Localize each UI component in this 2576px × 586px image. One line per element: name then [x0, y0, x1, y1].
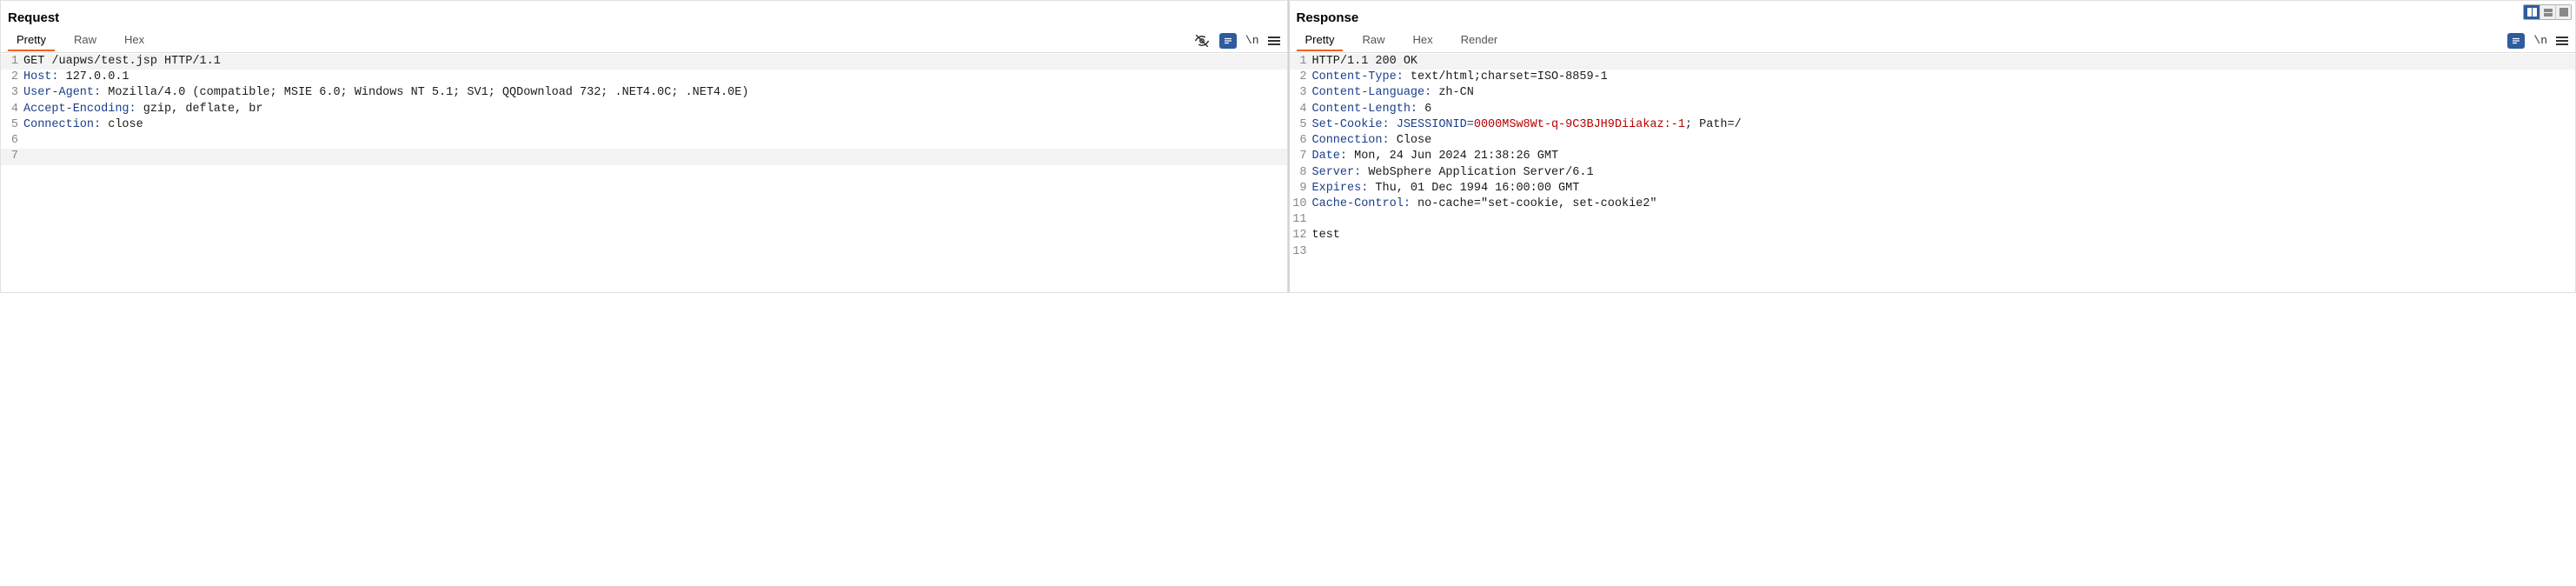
code-line[interactable]: 1HTTP/1.1 200 OK	[1290, 54, 2576, 70]
line-content	[23, 133, 1287, 149]
line-content: Date: Mon, 24 Jun 2024 21:38:26 GMT	[1312, 149, 2576, 164]
line-content: Host: 127.0.0.1	[23, 70, 1287, 85]
line-number: 1	[1290, 54, 1312, 70]
code-line[interactable]: 2Host: 127.0.0.1	[1, 70, 1287, 85]
line-number: 6	[1, 133, 23, 149]
line-number: 13	[1290, 244, 1312, 260]
code-line[interactable]: 12test	[1290, 228, 2576, 243]
response-editor[interactable]: 1HTTP/1.1 200 OK2Content-Type: text/html…	[1290, 53, 2576, 292]
tab-pretty[interactable]: Pretty	[8, 30, 55, 51]
code-line[interactable]: 8Server: WebSphere Application Server/6.…	[1290, 165, 2576, 181]
line-number: 2	[1, 70, 23, 85]
line-content: Content-Language: zh-CN	[1312, 85, 2576, 101]
line-number: 5	[1, 117, 23, 133]
line-content: Cache-Control: no-cache="set-cookie, set…	[1312, 196, 2576, 212]
line-number: 1	[1, 54, 23, 70]
line-content: Content-Type: text/html;charset=ISO-8859…	[1312, 70, 2576, 85]
wrap-label[interactable]: \n	[1245, 34, 1259, 47]
tab-pretty[interactable]: Pretty	[1297, 30, 1344, 51]
response-header: Response	[1290, 1, 2576, 29]
tab-raw[interactable]: Raw	[65, 30, 105, 51]
code-line[interactable]: 9Expires: Thu, 01 Dec 1994 16:00:00 GMT	[1290, 181, 2576, 196]
line-number: 3	[1290, 85, 1312, 101]
tab-render[interactable]: Render	[1452, 30, 1507, 51]
menu-icon[interactable]	[1268, 37, 1280, 45]
line-number: 8	[1290, 165, 1312, 181]
tab-hex[interactable]: Hex	[116, 30, 153, 51]
line-content: User-Agent: Mozilla/4.0 (compatible; MSI…	[23, 85, 1287, 101]
line-number: 9	[1290, 181, 1312, 196]
code-line[interactable]: 3Content-Language: zh-CN	[1290, 85, 2576, 101]
line-content: Accept-Encoding: gzip, deflate, br	[23, 102, 1287, 117]
line-content: Expires: Thu, 01 Dec 1994 16:00:00 GMT	[1312, 181, 2576, 196]
line-number: 12	[1290, 228, 1312, 243]
line-content: Content-Length: 6	[1312, 102, 2576, 117]
split-container: Request Pretty Raw Hex \n 1GET /uapws/te…	[0, 0, 2576, 293]
line-content: test	[1312, 228, 2576, 243]
code-line[interactable]: 5Connection: close	[1, 117, 1287, 133]
line-number: 11	[1290, 212, 1312, 228]
response-toolbar: \n	[2507, 33, 2568, 49]
line-number: 4	[1, 102, 23, 117]
line-content	[1312, 212, 2576, 228]
response-panel: Response Pretty Raw Hex Render \n 1HTTP/…	[1288, 0, 2576, 293]
wrap-label[interactable]: \n	[2533, 34, 2547, 47]
code-line[interactable]: 2Content-Type: text/html;charset=ISO-885…	[1290, 70, 2576, 85]
line-number: 5	[1290, 117, 1312, 133]
code-line[interactable]: 11	[1290, 212, 2576, 228]
code-line[interactable]: 7Date: Mon, 24 Jun 2024 21:38:26 GMT	[1290, 149, 2576, 164]
line-number: 10	[1290, 196, 1312, 212]
line-number: 7	[1, 149, 23, 164]
request-title: Request	[8, 10, 1280, 25]
line-content: Connection: close	[23, 117, 1287, 133]
code-line[interactable]: 6Connection: Close	[1290, 133, 2576, 149]
response-title: Response	[1297, 10, 2569, 25]
line-number: 7	[1290, 149, 1312, 164]
request-toolbar: \n	[1193, 33, 1280, 49]
line-content: Set-Cookie: JSESSIONID=0000MSw8Wt-q-9C3B…	[1312, 117, 2576, 133]
code-line[interactable]: 4Accept-Encoding: gzip, deflate, br	[1, 102, 1287, 117]
code-line[interactable]: 10Cache-Control: no-cache="set-cookie, s…	[1290, 196, 2576, 212]
request-editor[interactable]: 1GET /uapws/test.jsp HTTP/1.12Host: 127.…	[1, 53, 1287, 292]
request-tabs: Pretty Raw Hex \n	[1, 29, 1287, 53]
line-content: Connection: Close	[1312, 133, 2576, 149]
code-line[interactable]: 4Content-Length: 6	[1290, 102, 2576, 117]
code-line[interactable]: 6	[1, 133, 1287, 149]
line-content	[23, 149, 1287, 164]
tab-raw[interactable]: Raw	[1353, 30, 1393, 51]
line-number: 4	[1290, 102, 1312, 117]
code-line[interactable]: 1GET /uapws/test.jsp HTTP/1.1	[1, 54, 1287, 70]
menu-icon[interactable]	[2556, 37, 2568, 45]
code-line[interactable]: 13	[1290, 244, 2576, 260]
line-content: HTTP/1.1 200 OK	[1312, 54, 2576, 70]
response-tabs: Pretty Raw Hex Render \n	[1290, 29, 2576, 53]
line-content: Server: WebSphere Application Server/6.1	[1312, 165, 2576, 181]
visibility-off-icon[interactable]	[1193, 33, 1211, 49]
line-number: 2	[1290, 70, 1312, 85]
request-panel: Request Pretty Raw Hex \n 1GET /uapws/te…	[0, 0, 1288, 293]
line-number: 3	[1, 85, 23, 101]
code-line[interactable]: 3User-Agent: Mozilla/4.0 (compatible; MS…	[1, 85, 1287, 101]
code-line[interactable]: 7	[1, 149, 1287, 164]
tab-hex[interactable]: Hex	[1404, 30, 1441, 51]
code-line[interactable]: 5Set-Cookie: JSESSIONID=0000MSw8Wt-q-9C3…	[1290, 117, 2576, 133]
newline-toggle-icon[interactable]	[1219, 33, 1237, 49]
line-content	[1312, 244, 2576, 260]
line-number: 6	[1290, 133, 1312, 149]
line-content: GET /uapws/test.jsp HTTP/1.1	[23, 54, 1287, 70]
request-header: Request	[1, 1, 1287, 29]
newline-toggle-icon[interactable]	[2507, 33, 2525, 49]
